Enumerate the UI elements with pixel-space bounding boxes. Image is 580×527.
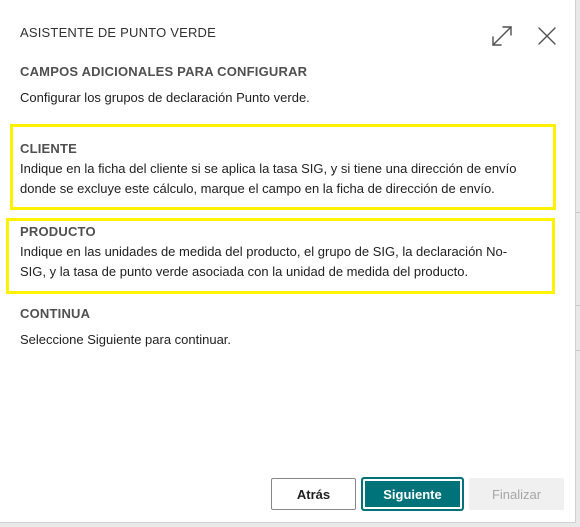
section-heading-producto: PRODUCTO bbox=[20, 224, 96, 239]
cliente-text-line-2: donde se excluye este cálculo, marque el… bbox=[20, 181, 495, 196]
background-right-edge bbox=[576, 0, 580, 527]
section-heading-campos: CAMPOS ADICIONALES PARA CONFIGURAR bbox=[20, 64, 308, 79]
screen: ASISTENTE DE PUNTO VERDE CAMPOS ADICIONA… bbox=[0, 0, 580, 527]
background-bottom-edge bbox=[0, 523, 580, 527]
next-button[interactable]: Siguiente bbox=[362, 478, 463, 510]
wizard-dialog: ASISTENTE DE PUNTO VERDE CAMPOS ADICIONA… bbox=[0, 0, 576, 523]
back-button[interactable]: Atrás bbox=[271, 478, 356, 510]
intro-text: Configurar los grupos de declaración Pun… bbox=[20, 90, 310, 105]
producto-text-line-2: SIG, y la tasa de punto verde asociada c… bbox=[20, 264, 469, 279]
section-heading-continua: CONTINUA bbox=[20, 306, 91, 321]
expand-icon[interactable] bbox=[488, 22, 516, 50]
close-icon[interactable] bbox=[533, 22, 561, 50]
section-heading-cliente: CLIENTE bbox=[20, 141, 78, 156]
continua-text: Seleccione Siguiente para continuar. bbox=[20, 332, 232, 347]
cliente-text-line-1: Indique en la ficha del cliente si se ap… bbox=[20, 161, 517, 176]
dialog-title: ASISTENTE DE PUNTO VERDE bbox=[20, 25, 216, 40]
finish-button[interactable]: Finalizar bbox=[469, 478, 564, 510]
producto-text-line-1: Indique en las unidades de medida del pr… bbox=[20, 244, 508, 259]
